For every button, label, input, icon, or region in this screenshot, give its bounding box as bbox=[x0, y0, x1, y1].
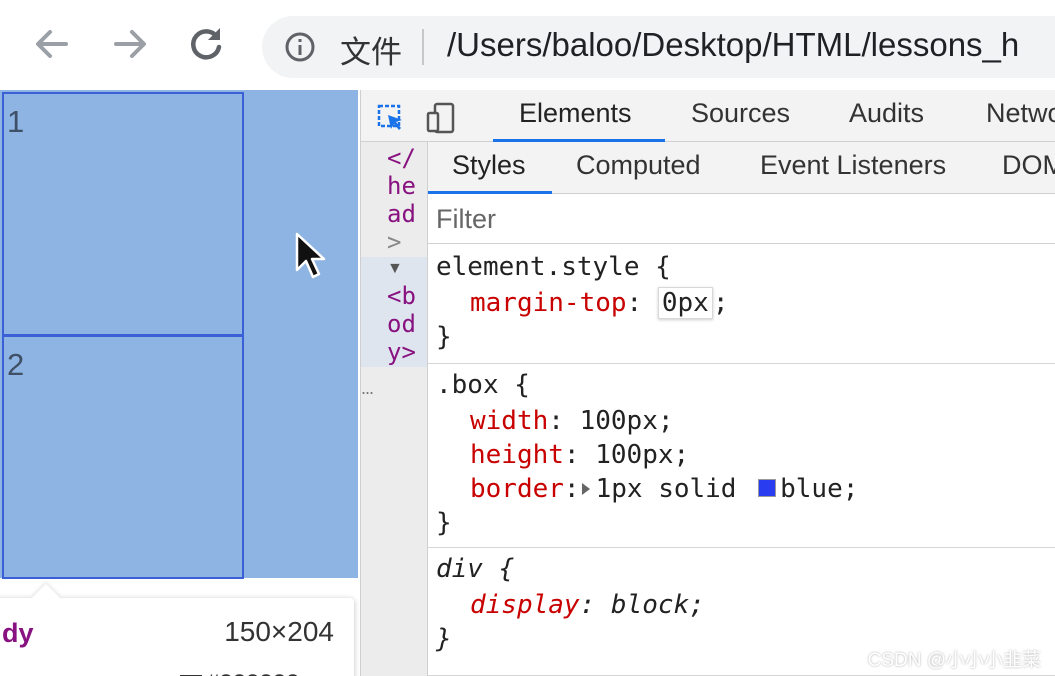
css-property-value: block bbox=[610, 590, 690, 620]
box-1: 1 bbox=[2, 92, 244, 336]
subtab-dom[interactable]: DOM bbox=[1002, 150, 1055, 194]
box-label: 2 bbox=[7, 347, 25, 382]
info-icon[interactable] bbox=[284, 31, 316, 63]
css-property-value[interactable]: 100px bbox=[580, 406, 658, 436]
inspect-element-icon[interactable] bbox=[377, 104, 405, 132]
css-semicolon: ; bbox=[657, 406, 674, 436]
tooltip-color-row: #333333 bbox=[180, 670, 299, 676]
browser-toolbar: 文件 /Users/baloo/Desktop/HTML/lessons_h bbox=[0, 0, 1055, 90]
rule-selector[interactable]: .box { bbox=[436, 368, 530, 402]
styles-pane: Styles Computed Event Listeners DOM elem… bbox=[427, 142, 1055, 676]
watermark: CSDN @小小小韭菜 bbox=[867, 650, 1041, 671]
css-semicolon: ; bbox=[712, 288, 729, 318]
url-text[interactable]: /Users/baloo/Desktop/HTML/lessons_h bbox=[447, 26, 1019, 64]
css-declaration[interactable]: width: 100px; bbox=[470, 404, 674, 438]
back-arrow-icon[interactable] bbox=[30, 22, 74, 66]
css-value-editor[interactable]: 0px bbox=[657, 287, 713, 319]
styles-filter-input[interactable] bbox=[436, 202, 1048, 236]
reload-icon[interactable] bbox=[184, 22, 228, 66]
css-colon: : bbox=[563, 474, 580, 504]
css-semicolon: ; bbox=[689, 590, 705, 620]
dom-tree-line[interactable]: ad bbox=[387, 200, 416, 228]
css-semicolon: ; bbox=[842, 474, 859, 504]
rule-selector[interactable]: element.style { bbox=[436, 250, 671, 284]
tooltip-color-value: #333333 bbox=[206, 670, 299, 676]
dom-tree-line[interactable]: y> bbox=[387, 338, 416, 366]
tab-audits[interactable]: Audits bbox=[849, 98, 924, 142]
dom-tree-line[interactable]: </ bbox=[387, 144, 416, 172]
page-viewport: 1 2 dy 150×204 #333333 bbox=[0, 90, 360, 676]
dom-tree: </ he ad > ▼ <b od y> ... bbox=[361, 142, 427, 676]
forward-arrow-icon[interactable] bbox=[108, 22, 152, 66]
css-colon: : bbox=[548, 406, 580, 436]
rule-element-style: element.style { margin-top: 0px; } bbox=[428, 244, 1055, 364]
dom-tree-line[interactable]: <b bbox=[387, 282, 416, 310]
omnibox-divider bbox=[422, 29, 424, 65]
styles-subtabbar: Styles Computed Event Listeners DOM bbox=[428, 142, 1055, 194]
tooltip-arrow bbox=[31, 583, 61, 613]
css-property-name[interactable]: height bbox=[470, 440, 564, 470]
tab-sources[interactable]: Sources bbox=[691, 98, 790, 142]
css-colon: : bbox=[563, 440, 596, 470]
devtools-tabbar: Elements Sources Audits Netwo bbox=[361, 90, 1055, 142]
rule-close-brace: } bbox=[436, 322, 452, 352]
rule-selector: div { bbox=[436, 554, 515, 584]
css-property-value[interactable]: 1px solid bbox=[596, 474, 753, 504]
css-color-name[interactable]: blue bbox=[780, 474, 843, 504]
expand-triangle-icon[interactable]: ▼ bbox=[387, 260, 403, 278]
rule-close-brace: } bbox=[436, 508, 452, 538]
css-colon: : bbox=[626, 288, 658, 318]
css-property-name[interactable]: border bbox=[470, 474, 564, 504]
css-declaration[interactable]: margin-top: 0px; bbox=[470, 286, 728, 320]
filter-bar bbox=[428, 194, 1055, 244]
css-property-name[interactable]: width bbox=[470, 406, 548, 436]
devtools-panel: Elements Sources Audits Netwo </ he ad >… bbox=[360, 90, 1055, 676]
tooltip-dimensions: 150×204 bbox=[224, 616, 334, 647]
box-label: 1 bbox=[7, 104, 25, 139]
color-swatch-icon[interactable] bbox=[758, 478, 777, 497]
css-declaration[interactable]: border: 1px solid blue; bbox=[470, 472, 858, 506]
expand-shorthand-icon[interactable] bbox=[581, 482, 590, 495]
css-property-name[interactable]: margin-top bbox=[470, 288, 627, 318]
subtab-computed[interactable]: Computed bbox=[576, 150, 701, 194]
css-declaration[interactable]: height: 100px; bbox=[470, 438, 689, 472]
rule-box: .box { width: 100px; height: 100px; bord… bbox=[428, 364, 1055, 548]
dom-tree-line[interactable]: od bbox=[387, 310, 416, 338]
file-scheme-label: 文件 bbox=[340, 35, 402, 71]
tab-elements[interactable]: Elements bbox=[493, 98, 665, 142]
css-declaration: display: block; bbox=[470, 588, 705, 622]
address-bar[interactable]: 文件 /Users/baloo/Desktop/HTML/lessons_h bbox=[262, 16, 1055, 78]
subtab-styles[interactable]: Styles bbox=[428, 150, 552, 194]
dom-ellipsis[interactable]: ... bbox=[361, 378, 374, 399]
box-2: 2 bbox=[2, 335, 244, 579]
tooltip-tag-name: dy bbox=[2, 618, 34, 648]
rule-close-brace: } bbox=[436, 624, 452, 654]
css-property-value[interactable]: 100px bbox=[595, 440, 673, 470]
mouse-pointer-icon bbox=[294, 232, 328, 280]
subtab-event-listeners[interactable]: Event Listeners bbox=[760, 150, 946, 194]
device-toolbar-icon[interactable] bbox=[425, 102, 457, 134]
dom-tree-line[interactable]: he bbox=[387, 172, 416, 200]
dom-tree-line[interactable]: > bbox=[387, 228, 401, 256]
tab-network[interactable]: Netwo bbox=[986, 98, 1055, 142]
css-semicolon: ; bbox=[673, 440, 690, 470]
element-tooltip: dy 150×204 #333333 bbox=[0, 583, 354, 676]
css-colon: : bbox=[579, 590, 611, 620]
css-property-name: display bbox=[470, 590, 580, 620]
